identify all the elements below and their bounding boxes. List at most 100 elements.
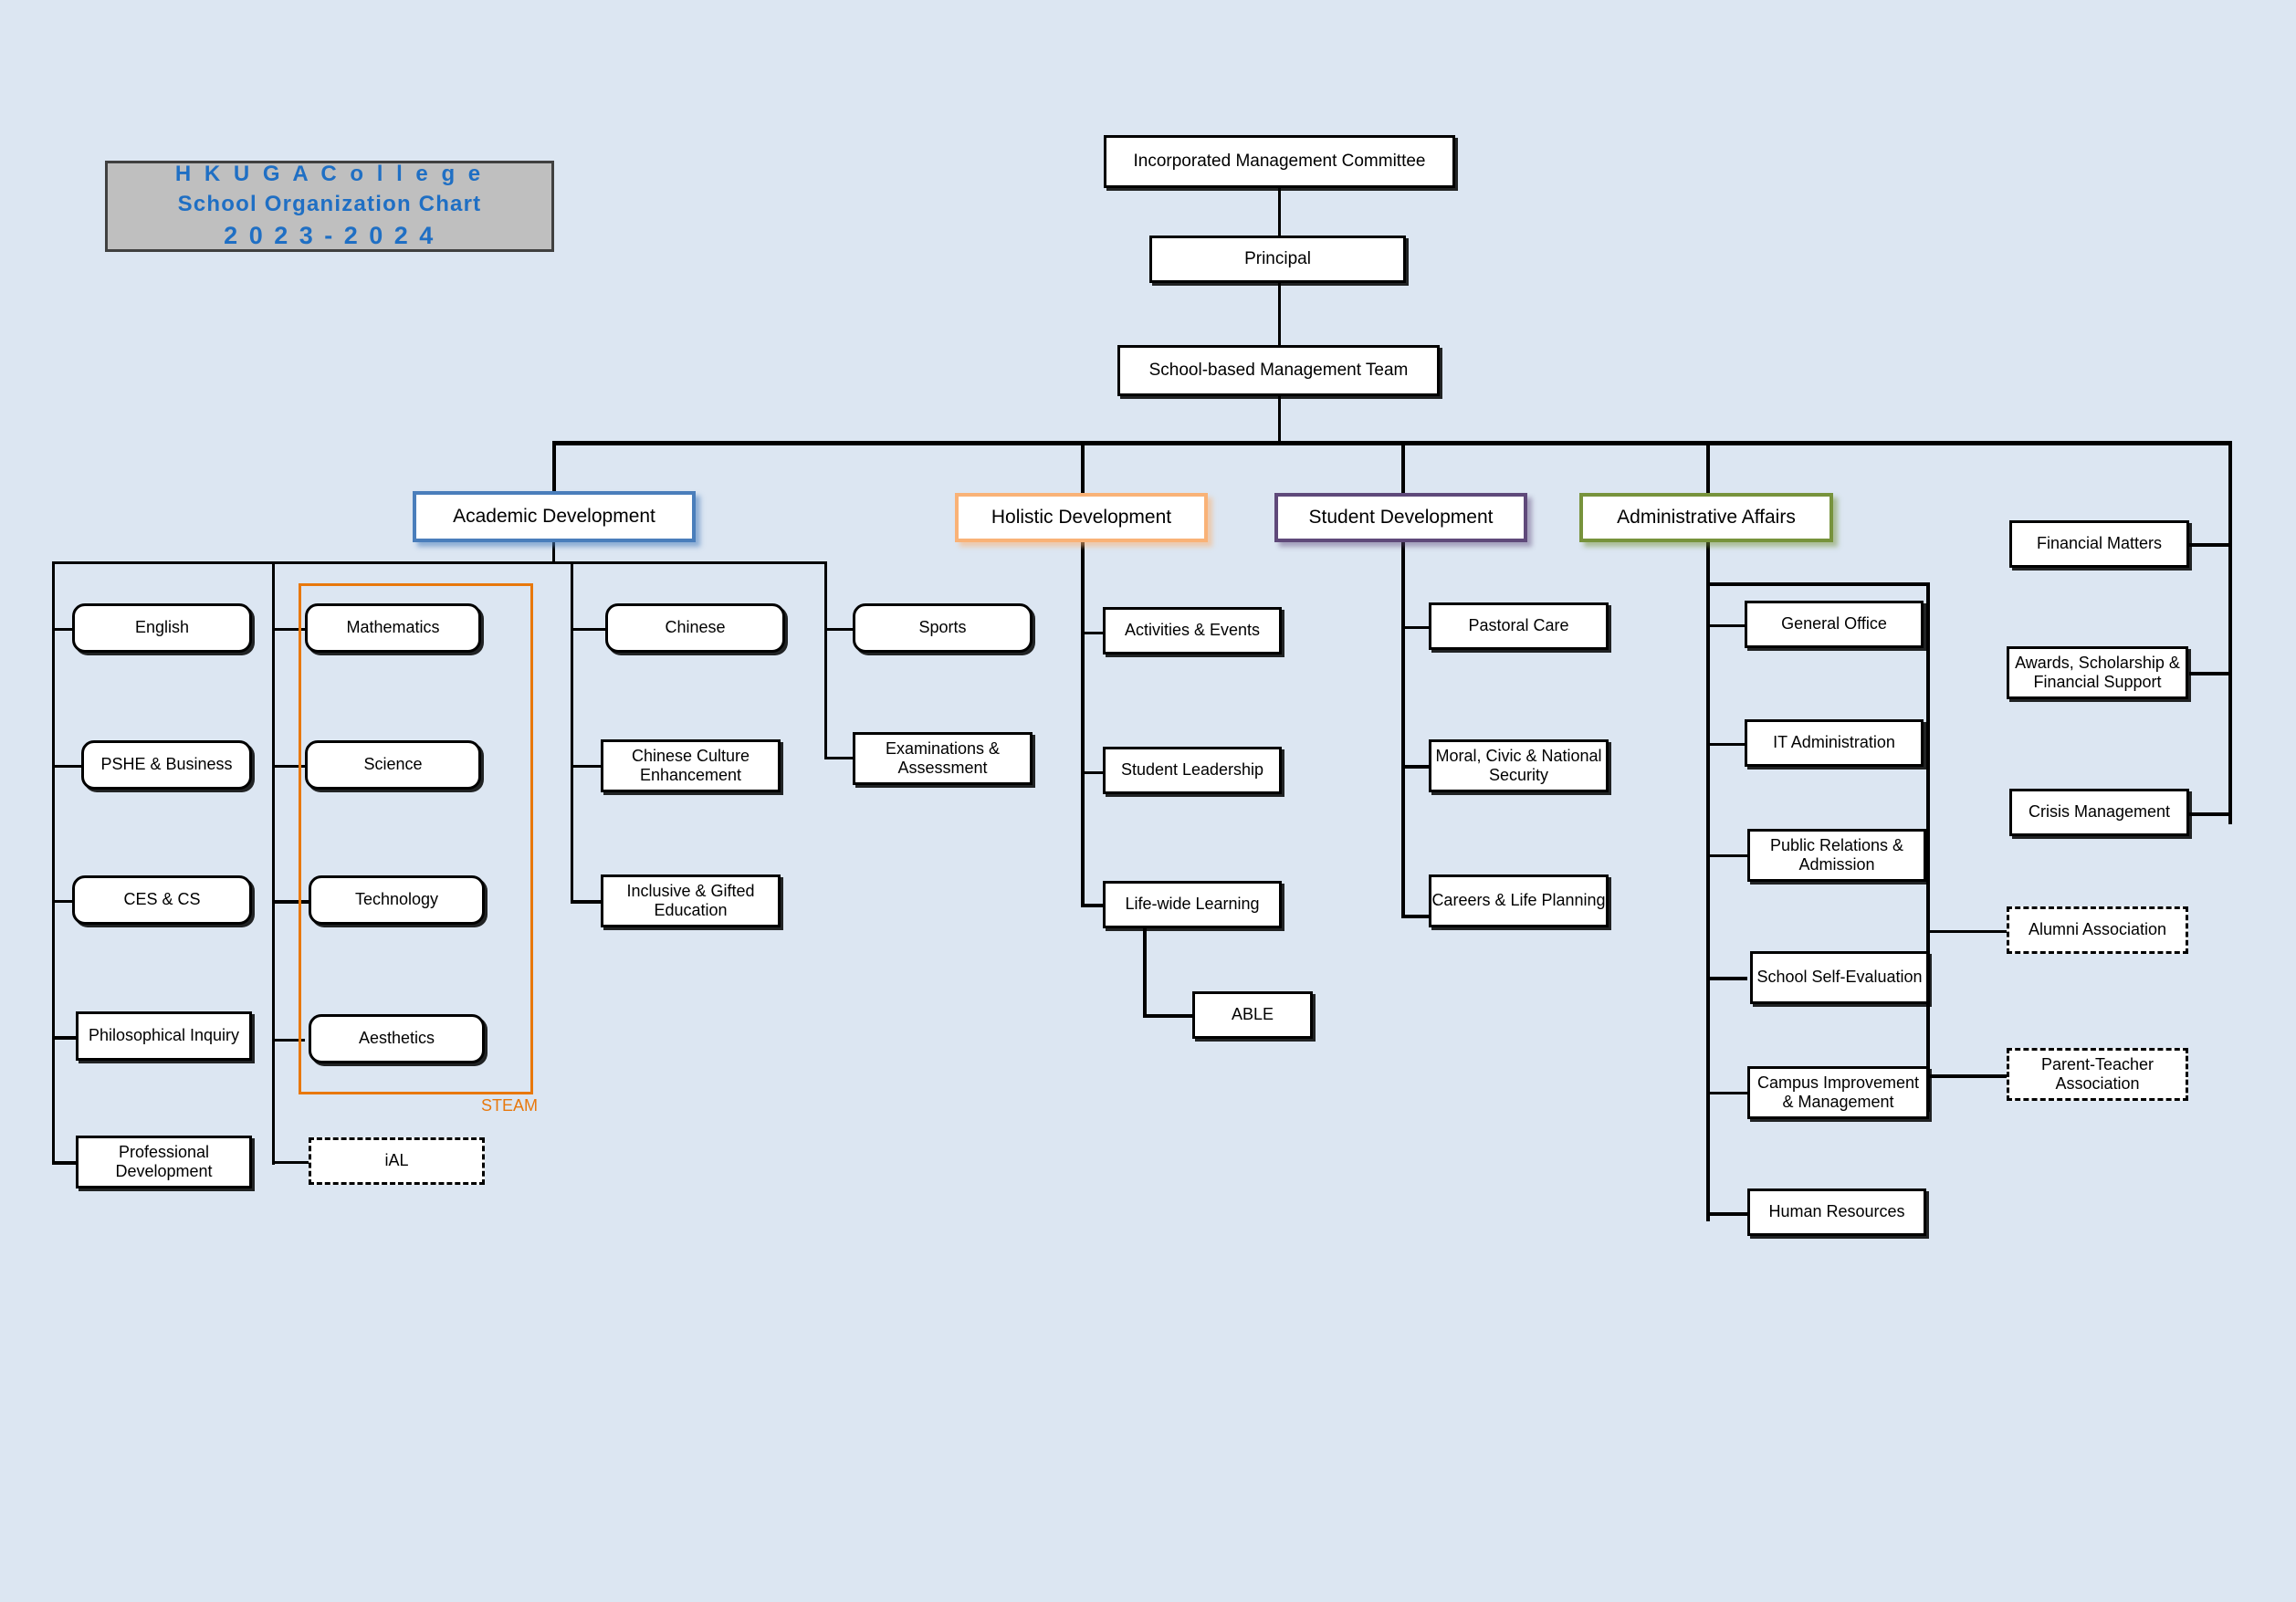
stub-ial <box>272 1161 309 1164</box>
node-label: IT Administration <box>1773 733 1895 752</box>
stub-sports <box>824 628 854 631</box>
academic-trunk-col2 <box>272 561 275 1165</box>
connector-lifewide-able-vertical <box>1143 928 1147 1018</box>
node-financial-matters[interactable]: Financial Matters <box>2009 520 2189 568</box>
stub-general-office <box>1706 624 1745 627</box>
node-inclusive-gifted-education[interactable]: Inclusive & Gifted Education <box>601 874 781 927</box>
node-label: Examinations & Assessment <box>885 738 1001 777</box>
node-label: ABLE <box>1231 1005 1274 1024</box>
title-line-year: 2 0 2 3 - 2 0 2 4 <box>224 222 435 250</box>
connector-academic-drop <box>552 542 555 563</box>
node-it-administration[interactable]: IT Administration <box>1745 719 1924 767</box>
stub-professional-development <box>52 1161 76 1165</box>
node-label: Chinese Culture Enhancement <box>631 746 750 784</box>
node-crisis-management[interactable]: Crisis Management <box>2009 789 2189 836</box>
node-pshe-business[interactable]: PSHE & Business <box>81 740 252 790</box>
node-human-resources[interactable]: Human Resources <box>1747 1188 1926 1236</box>
node-technology[interactable]: Technology <box>309 875 485 925</box>
node-sports[interactable]: Sports <box>853 603 1033 653</box>
node-school-based-management-team[interactable]: School-based Management Team <box>1117 345 1440 396</box>
stub-human-resources <box>1706 1212 1747 1216</box>
node-activities-events[interactable]: Activities & Events <box>1103 607 1282 654</box>
stub-pshe <box>52 765 81 768</box>
node-label: Philosophical Inquiry <box>88 1026 240 1045</box>
node-campus-improvement-management[interactable]: Campus Improvement & Management <box>1747 1066 1929 1119</box>
node-label: Professional Development <box>115 1142 213 1180</box>
chart-title-block: H K U G A C o l l e g e School Organizat… <box>105 161 554 252</box>
stub-alumni-association <box>1926 930 2008 933</box>
header-label: Academic Development <box>453 505 655 527</box>
node-label: PSHE & Business <box>100 755 233 774</box>
header-student-development[interactable]: Student Development <box>1274 493 1527 542</box>
node-label: School Self-Evaluation <box>1756 968 1923 987</box>
connector-bus-holistic <box>1081 441 1085 500</box>
node-label: Life-wide Learning <box>1125 895 1260 914</box>
connector-bus-student <box>1401 441 1405 500</box>
node-public-relations-admission[interactable]: Public Relations & Admission <box>1747 829 1926 882</box>
node-mathematics[interactable]: Mathematics <box>305 603 481 653</box>
node-able[interactable]: ABLE <box>1192 991 1313 1039</box>
node-label: Science <box>363 755 423 774</box>
connector-principal-sbmt <box>1278 282 1281 346</box>
node-label: Technology <box>354 890 439 909</box>
node-ces-cs[interactable]: CES & CS <box>72 875 252 925</box>
academic-trunk-col1 <box>52 561 55 1165</box>
node-pastoral-care[interactable]: Pastoral Care <box>1429 602 1609 650</box>
stub-campus-improvement <box>1706 1092 1747 1094</box>
header-academic-development[interactable]: Academic Development <box>413 491 696 542</box>
stub-moral-civic <box>1401 765 1429 769</box>
node-awards-scholarship-financial-support[interactable]: Awards, Scholarship & Financial Support <box>2007 646 2188 699</box>
main-horizontal-bus <box>552 441 2232 445</box>
node-label: Sports <box>918 618 967 637</box>
node-student-leadership[interactable]: Student Leadership <box>1103 747 1282 794</box>
steam-group-label: STEAM <box>481 1096 539 1115</box>
node-professional-development[interactable]: Professional Development <box>76 1136 252 1188</box>
node-examinations-assessment[interactable]: Examinations & Assessment <box>853 732 1033 785</box>
alumni-pta-trunk <box>1926 582 1930 1112</box>
holistic-trunk-3 <box>1081 771 1085 906</box>
node-label: Student Leadership <box>1120 760 1264 780</box>
node-life-wide-learning[interactable]: Life-wide Learning <box>1103 881 1282 928</box>
admin-trunk <box>1706 582 1710 1221</box>
stub-financial-matters <box>2189 543 2232 547</box>
connector-bus-admin <box>1706 441 1710 500</box>
stub-parent-teacher-association <box>1926 1074 2008 1078</box>
node-chinese-culture-enhancement[interactable]: Chinese Culture Enhancement <box>601 739 781 792</box>
node-label: Crisis Management <box>2028 802 2171 822</box>
header-administrative-affairs[interactable]: Administrative Affairs <box>1579 493 1833 542</box>
node-school-self-evaluation[interactable]: School Self-Evaluation <box>1750 951 1929 1004</box>
academic-sub-bus <box>52 561 827 564</box>
node-chinese[interactable]: Chinese <box>605 603 785 653</box>
node-label: Public Relations & Admission <box>1769 835 1904 874</box>
stub-chinese <box>571 628 605 631</box>
node-aesthetics[interactable]: Aesthetics <box>309 1014 485 1063</box>
header-holistic-development[interactable]: Holistic Development <box>955 493 1208 542</box>
node-english[interactable]: English <box>72 603 252 653</box>
node-alumni-association[interactable]: Alumni Association <box>2007 906 2188 954</box>
node-label: Activities & Events <box>1124 621 1261 640</box>
title-line-subtitle: School Organization Chart <box>177 191 482 216</box>
academic-trunk-col4 <box>824 561 827 759</box>
node-label: Awards, Scholarship & Financial Support <box>2015 653 2180 691</box>
header-label: Holistic Development <box>991 506 1172 528</box>
node-label: Campus Improvement & Management <box>1756 1073 1920 1111</box>
node-label: Financial Matters <box>2036 534 2163 553</box>
node-science[interactable]: Science <box>305 740 481 790</box>
academic-trunk-col3 <box>571 561 573 903</box>
node-label: School-based Management Team <box>1148 360 1409 380</box>
node-label: Pastoral Care <box>1468 616 1569 635</box>
org-chart-canvas: H K U G A C o l l e g e School Organizat… <box>0 0 2296 1602</box>
node-careers-life-planning[interactable]: Careers & Life Planning <box>1429 874 1609 927</box>
stub-examinations <box>824 757 854 759</box>
node-general-office[interactable]: General Office <box>1745 601 1924 648</box>
node-ial[interactable]: iAL <box>309 1137 485 1185</box>
node-incorporated-management-committee[interactable]: Incorporated Management Committee <box>1104 135 1455 188</box>
connector-bus-financial-trunk <box>2228 441 2232 824</box>
admin-drop <box>1706 542 1710 584</box>
node-philosophical-inquiry[interactable]: Philosophical Inquiry <box>76 1011 252 1061</box>
node-principal[interactable]: Principal <box>1149 236 1406 283</box>
node-parent-teacher-association[interactable]: Parent-Teacher Association <box>2007 1048 2188 1101</box>
node-label: iAL <box>384 1151 409 1170</box>
stub-philosophical-inquiry <box>52 1036 76 1040</box>
node-moral-civic-national-security[interactable]: Moral, Civic & National Security <box>1429 739 1609 792</box>
